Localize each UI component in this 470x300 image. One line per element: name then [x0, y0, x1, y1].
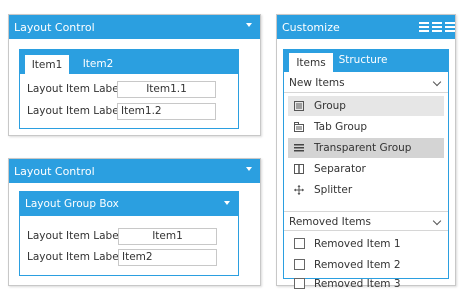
- item1-1-field[interactable]: Item1.1: [117, 81, 216, 98]
- tab-structure[interactable]: Structure: [338, 50, 388, 70]
- tab-strip: Item1 Item2: [20, 50, 238, 74]
- list-item-removed-3[interactable]: Removed Item 3: [288, 274, 444, 292]
- splitter-icon: [294, 185, 304, 195]
- layout-item-label: Layout Item Label: [27, 251, 122, 263]
- menu-icon[interactable]: [445, 22, 455, 32]
- tab-group-icon: [294, 122, 304, 132]
- group-icon: [294, 101, 304, 111]
- tab-items[interactable]: Items: [288, 52, 334, 72]
- removed-items-header[interactable]: Removed Items: [284, 211, 448, 231]
- item1-field[interactable]: Item1: [118, 228, 217, 245]
- layout-item-label: Layout Item Label: [27, 83, 122, 95]
- tab-item2[interactable]: Item2: [78, 54, 118, 74]
- menu-icon[interactable]: [432, 22, 442, 32]
- list-item-removed-2[interactable]: Removed Item 2: [288, 255, 444, 275]
- item2-field[interactable]: Item2: [118, 249, 217, 266]
- layout-group-box: Layout Group Box Layout Item Label Item1…: [19, 191, 239, 276]
- layout-item-label: Layout Item Label: [27, 230, 122, 242]
- new-items-header[interactable]: New Items: [284, 73, 448, 93]
- chevron-down-icon[interactable]: [432, 77, 442, 87]
- layout-control-header-2[interactable]: Layout Control: [9, 159, 260, 183]
- checkbox[interactable]: [294, 238, 305, 249]
- customize-panel: Customize Items Structure New Items Grou…: [276, 14, 456, 290]
- customize-tab-strip: Items Structure: [284, 50, 448, 72]
- checkbox[interactable]: [294, 259, 305, 270]
- layout-control-panel-2: Layout Control Layout Group Box Layout I…: [8, 158, 261, 286]
- menu-icon[interactable]: [419, 22, 429, 32]
- layout-group-box-title: Layout Group Box: [25, 198, 119, 210]
- tab-item1[interactable]: Item1: [24, 54, 70, 74]
- chevron-down-icon[interactable]: [246, 167, 252, 171]
- layout-control-title-2: Layout Control: [14, 164, 95, 178]
- tab-control: Item1 Item2 Layout Item Label Item1.1 La…: [19, 49, 239, 129]
- list-item-splitter[interactable]: Splitter: [288, 180, 444, 200]
- customize-title: Customize: [282, 20, 340, 34]
- transparent-group-icon: [294, 144, 304, 152]
- chevron-down-icon[interactable]: [432, 216, 442, 226]
- layout-group-box-header[interactable]: Layout Group Box: [20, 192, 238, 216]
- chevron-down-icon[interactable]: [246, 23, 252, 27]
- item1-2-field[interactable]: Item1.2: [117, 103, 216, 120]
- list-item-tab-group[interactable]: Tab Group: [288, 117, 444, 137]
- list-item-transparent-group[interactable]: Transparent Group: [288, 138, 444, 158]
- layout-control-panel-1: Layout Control Item1 Item2 Layout Item L…: [8, 14, 261, 136]
- layout-item-label: Layout Item Label: [27, 105, 122, 117]
- list-item-group[interactable]: Group: [288, 96, 444, 116]
- customize-header: Customize: [277, 15, 455, 39]
- checkbox[interactable]: [294, 278, 305, 289]
- separator-icon: [294, 164, 304, 174]
- list-item-removed-1[interactable]: Removed Item 1: [288, 234, 444, 254]
- list-item-separator[interactable]: Separator: [288, 159, 444, 179]
- customize-tab-control: Items Structure New Items Group Tab Grou…: [283, 49, 449, 290]
- layout-control-title-1: Layout Control: [14, 20, 95, 34]
- chevron-down-icon[interactable]: [224, 201, 230, 205]
- layout-control-header-1[interactable]: Layout Control: [9, 15, 260, 39]
